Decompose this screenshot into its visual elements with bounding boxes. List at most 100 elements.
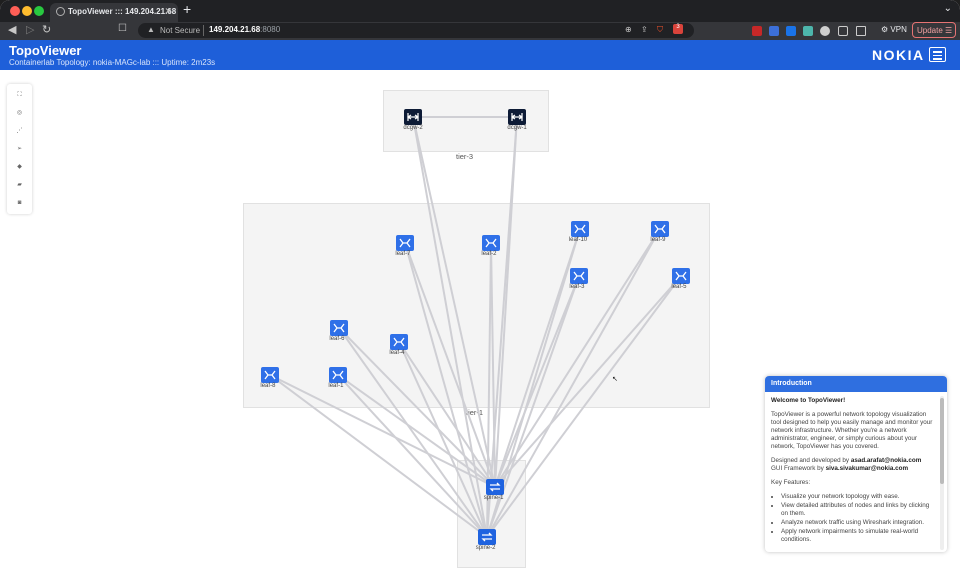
introduction-header: Introduction (765, 376, 947, 392)
puzzle-icon[interactable] (803, 26, 813, 36)
node-leaf-10[interactable] (571, 221, 589, 237)
node-label-leaf-7: leaf-7 (395, 251, 411, 257)
camera-icon[interactable]: ◙ (13, 197, 26, 209)
introduction-body: Welcome to TopoViewer! TopoViewer is a p… (771, 397, 937, 545)
link-leaf-8-spine-2[interactable] (269, 374, 488, 538)
gateway-router-icon (406, 113, 420, 121)
settings-icon[interactable] (820, 26, 830, 36)
node-leaf-3[interactable] (570, 268, 588, 284)
link-leaf-6-spine-2[interactable] (338, 327, 488, 538)
translate-icon[interactable] (769, 26, 779, 36)
node-label-spine-2: spine-2 (475, 545, 496, 551)
vpn-button[interactable]: ⚙ VPN (881, 25, 907, 34)
mouse-cursor-icon: ↖ (612, 376, 618, 383)
topology-canvas[interactable]: tier-3 tier-1 dcgw-2 dcgw-1 leaf-7 leaf-2 le… (0, 70, 960, 568)
security-label: Not Secure (160, 26, 201, 35)
screen-icon[interactable] (786, 26, 796, 36)
intro-welcome: Welcome to TopoViewer! (771, 397, 846, 404)
close-window-icon[interactable] (10, 6, 20, 16)
node-leaf-8[interactable] (261, 367, 279, 383)
node-leaf-1[interactable] (329, 367, 347, 383)
leaf-switch-icon (654, 224, 666, 234)
leaf-switch-icon (485, 238, 497, 248)
address-bar[interactable]: ▲ Not Secure 149.204.21.68:8080 ⊕ ⇪ ⛉ 3 (138, 23, 694, 38)
node-dcgw-1[interactable] (508, 109, 526, 125)
leaf-switch-icon (573, 271, 585, 281)
node-leaf-7[interactable] (396, 235, 414, 251)
minimize-window-icon[interactable] (22, 6, 32, 16)
link-leaf-1-spine-1[interactable] (337, 374, 496, 488)
rewards-badge[interactable]: 3 (673, 24, 683, 34)
node-label-leaf-5: leaf-5 (671, 284, 687, 290)
address-host: 149.204.21.68 (209, 25, 261, 34)
node-label-leaf-10: leaf-10 (568, 237, 588, 243)
intro-features-title: Key Features: (771, 479, 811, 486)
app-subtitle: Containerlab Topology: nokia-MAGc-lab ::… (9, 58, 216, 67)
new-tab-button[interactable]: + (183, 1, 191, 17)
intro-feature: View detailed attributes of nodes and li… (781, 502, 937, 518)
tag-icon[interactable]: ◆ (13, 161, 26, 173)
tool-panel: ⛶ ◎ ⋰ ➢ ◆ ▰ ◙ (7, 84, 32, 214)
link-leaf-6-spine-1[interactable] (338, 327, 496, 488)
intro-feature: Visualize your network topology with eas… (781, 493, 937, 501)
sidebar-icon[interactable] (838, 26, 848, 36)
intro-feature-list: Visualize your network topology with eas… (781, 493, 937, 544)
leaf-switch-icon (675, 271, 687, 281)
forward-icon[interactable]: ▷ (26, 23, 34, 36)
node-leaf-4[interactable] (390, 334, 408, 350)
intro-feature: Apply network impairments to simulate re… (781, 528, 937, 544)
share-icon[interactable]: ⇪ (641, 25, 648, 34)
globe-icon (56, 7, 65, 16)
node-label-leaf-1: leaf-1 (328, 383, 344, 389)
node-label-spine-1: spine-1 (483, 495, 504, 501)
node-leaf-6[interactable] (330, 320, 348, 336)
docker-icon[interactable]: ▰ (13, 179, 26, 191)
fit-view-icon[interactable]: ⛶ (13, 89, 26, 101)
leaf-switch-icon (333, 323, 345, 333)
link-leaf-5-spine-1[interactable] (494, 275, 682, 488)
vpn-label: VPN (890, 25, 907, 34)
intro-scrollbar-thumb[interactable] (940, 398, 944, 484)
node-leaf-2[interactable] (482, 235, 500, 251)
close-tab-icon[interactable]: ✕ (164, 6, 172, 17)
hamburger-menu-button[interactable] (929, 47, 946, 62)
node-dcgw-2[interactable] (404, 109, 422, 125)
link-dcgw-2-spine-1[interactable] (412, 116, 496, 488)
intro-gui-prefix: GUI Framework by (771, 465, 824, 472)
warning-icon: ▲ (147, 25, 155, 34)
back-icon[interactable]: ◀ (8, 23, 16, 36)
reload-icon[interactable]: ↻ (42, 23, 51, 36)
maximize-window-icon[interactable] (34, 6, 44, 16)
intro-gui-by: siva.sivakumar@nokia.com (825, 465, 909, 472)
bookmark-icon[interactable]: ☐ (118, 23, 127, 34)
extension-icon[interactable] (752, 26, 762, 36)
link-leaf-4-spine-1[interactable] (398, 341, 496, 488)
chevron-down-icon[interactable]: ⌄ (944, 3, 952, 14)
browser-tab[interactable]: TopoViewer ::: 149.204.21.68 ✕ (50, 3, 178, 22)
node-spine-1[interactable] (486, 479, 504, 495)
node-leaf-9[interactable] (651, 221, 669, 237)
wallet-icon[interactable] (856, 26, 866, 36)
brave-shield-icon[interactable]: ⛉ (657, 25, 663, 35)
node-label-dcgw-2: dcgw-2 (403, 125, 423, 131)
node-label-leaf-8: leaf-8 (260, 383, 276, 389)
link-leaf-3-spine-1[interactable] (494, 275, 580, 488)
target-icon[interactable]: ◎ (13, 107, 26, 119)
update-label: Update (917, 26, 943, 35)
zoom-icon[interactable]: ⊕ (625, 25, 632, 34)
spine-router-icon (481, 532, 493, 542)
send-icon[interactable]: ➢ (13, 143, 26, 155)
address-text: 149.204.21.68:8080 (209, 25, 280, 34)
node-leaf-5[interactable] (672, 268, 690, 284)
leaf-switch-icon (393, 337, 405, 347)
link-leaf-5-spine-2[interactable] (486, 275, 682, 538)
layout-icon[interactable]: ⋰ (13, 125, 26, 137)
introduction-panel: Introduction Welcome to TopoViewer! Topo… (765, 376, 947, 552)
node-label-leaf-6: leaf-6 (329, 336, 345, 342)
update-button[interactable]: Update ☰ (912, 22, 956, 38)
link-leaf-4-spine-2[interactable] (398, 341, 488, 538)
node-spine-2[interactable] (478, 529, 496, 545)
divider (203, 25, 204, 36)
leaf-switch-icon (332, 370, 344, 380)
leaf-switch-icon (264, 370, 276, 380)
